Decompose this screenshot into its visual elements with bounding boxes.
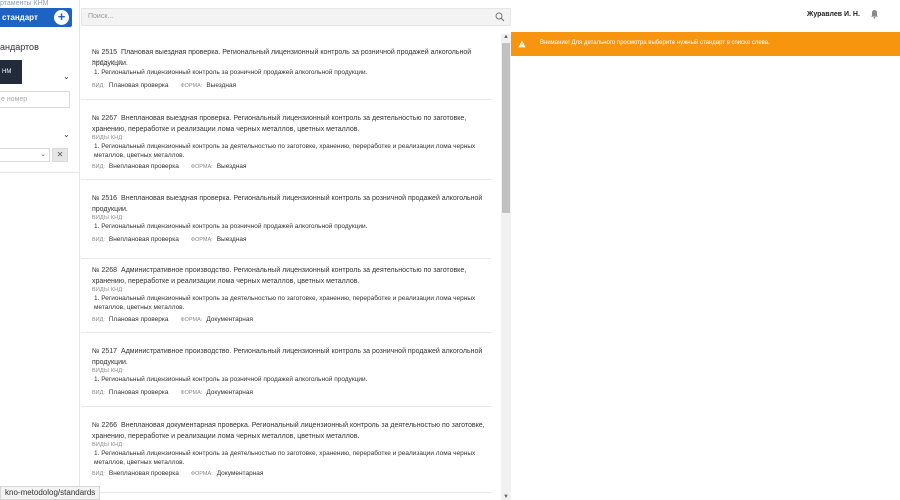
kinds-label: ВИДЫ КНД: <box>92 287 124 293</box>
sidebar: ртаменты КНМ стандарт + андартов НМ ⌄ е … <box>0 0 80 500</box>
kinds-label: ВИДЫ КНД: <box>92 135 124 141</box>
number-input[interactable]: е номер <box>0 91 70 108</box>
item-form: Выездная <box>216 163 247 170</box>
item-meta: ВИД: Плановая проверка ФОРМА: Документарная <box>92 316 254 323</box>
item-meta: ВИД: Плановая проверка ФОРМА: Документарная <box>92 389 254 396</box>
list-item[interactable]: № 2268 Административное производство. Рег… <box>81 259 491 333</box>
section-title: андартов <box>0 42 39 52</box>
item-number: № 2268 <box>92 267 118 274</box>
list-item[interactable]: № 2517 Административное производство. Рег… <box>81 333 491 407</box>
kinds-label: ВИДЫ КНД: <box>92 368 124 374</box>
chevron-down-icon[interactable]: ⌄ <box>63 130 70 139</box>
item-title: Административное производство. Региональ… <box>92 348 483 366</box>
status-url: kno-metodolog/standards <box>0 486 101 500</box>
item-number: № 2516 <box>92 195 118 202</box>
list-item[interactable]: № 2266 Внеплановая документарная проверка… <box>81 407 491 493</box>
item-type: Плановая проверка <box>108 82 169 89</box>
divider <box>0 172 79 173</box>
scroll-thumb[interactable] <box>502 43 510 213</box>
item-meta: ВИД: Плановая проверка ФОРМА: Выездная <box>92 82 237 89</box>
search-placeholder: Поиск... <box>88 13 114 20</box>
item-title: Внеплановая выездная проверка. Региональ… <box>92 195 483 213</box>
list-item[interactable]: № 2267 Внеплановая выездная проверка. Рег… <box>81 100 491 180</box>
add-standard-button[interactable]: стандарт + <box>0 8 72 27</box>
item-type: Внеплановая проверка <box>108 470 179 477</box>
add-standard-label: стандарт <box>2 13 38 22</box>
list-item[interactable]: № 2515 Плановая выездная проверка. Регион… <box>81 34 491 100</box>
item-kind: 1. Региональный лицензионный контроль за… <box>94 295 476 311</box>
scroll-up-icon[interactable]: ▲ <box>503 34 509 40</box>
plus-icon: + <box>54 10 69 25</box>
search-icon[interactable] <box>495 12 505 22</box>
item-kind: 1. Региональный лицензионный контроль за… <box>94 69 368 76</box>
list-item[interactable]: № 2516 Внеплановая выездная проверка. Рег… <box>81 180 491 259</box>
clear-icon[interactable]: ✕ <box>52 148 68 162</box>
search-input[interactable]: Поиск... <box>81 8 511 26</box>
item-kind: 1. Региональный лицензионный контроль за… <box>94 450 476 466</box>
bell-icon[interactable] <box>870 9 879 19</box>
standards-list-panel: Поиск... № 2515 Плановая выездная проверк… <box>81 0 511 500</box>
kinds-label: ВИДЫ КНД: <box>92 442 124 448</box>
item-form: Документарная <box>206 316 254 323</box>
breadcrumb[interactable]: ртаменты КНМ <box>0 0 48 7</box>
item-form: Документарная <box>216 470 264 477</box>
item-form: Выездная <box>216 236 247 243</box>
detail-panel: Журавлев И. Н. Внимание! Для детального … <box>511 0 900 500</box>
item-number: № 2515 <box>92 49 118 56</box>
scroll-down-icon[interactable]: ▼ <box>503 494 509 500</box>
warning-icon <box>518 40 526 48</box>
alert-banner: Внимание! Для детального просмотра выбер… <box>511 32 900 56</box>
item-form: Документарная <box>206 389 254 396</box>
item-number: № 2267 <box>92 115 118 122</box>
filter-select[interactable]: ⌄ <box>0 148 50 162</box>
item-title: Внеплановая выездная проверка. Региональ… <box>92 115 467 133</box>
item-kind: 1. Региональный лицензионный контроль за… <box>94 143 476 159</box>
kinds-label: ВИДЫ КНД: <box>92 215 124 221</box>
item-title: Административное производство. Региональ… <box>92 267 467 285</box>
item-meta: ВИД: Внеплановая проверка ФОРМА: Выездная <box>92 163 247 170</box>
list-scrollbar[interactable]: ▲ ▼ <box>501 34 511 500</box>
item-meta: ВИД: Внеплановая проверка ФОРМА: Документар… <box>92 470 264 477</box>
item-meta: ВИД: Внеплановая проверка ФОРМА: Выездная <box>92 236 247 243</box>
item-kind: 1. Региональный лицензионный контроль за… <box>94 223 368 230</box>
filter-tile[interactable]: НМ <box>0 60 22 84</box>
kinds-label: ВИДЫ КНД: <box>92 60 124 66</box>
item-number: № 2517 <box>92 348 118 355</box>
item-type: Плановая проверка <box>108 316 169 323</box>
item-type: Внеплановая проверка <box>108 163 179 170</box>
item-type: Внеплановая проверка <box>108 236 179 243</box>
chevron-down-icon: ⌄ <box>40 151 46 158</box>
chevron-down-icon[interactable]: ⌄ <box>63 72 70 81</box>
item-title: Плановая выездная проверка. Региональный… <box>92 49 472 67</box>
item-title: Внеплановая документарная проверка. Реги… <box>92 422 485 440</box>
item-number: № 2266 <box>92 422 118 429</box>
alert-message: Внимание! Для детального просмотра выбер… <box>540 40 770 46</box>
user-name[interactable]: Журавлев И. Н. <box>807 11 860 18</box>
standards-list: № 2515 Плановая выездная проверка. Регион… <box>81 34 501 500</box>
item-form: Выездная <box>206 82 237 89</box>
item-type: Плановая проверка <box>108 389 169 396</box>
item-kind: 1. Региональный лицензионный контроль за… <box>94 376 368 383</box>
